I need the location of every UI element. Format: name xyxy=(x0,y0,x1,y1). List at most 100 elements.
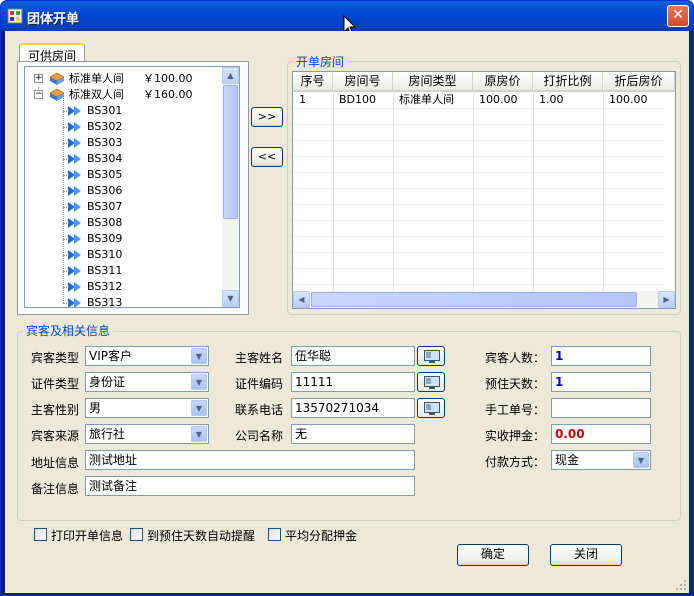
grid-line xyxy=(293,156,663,157)
column-header[interactable]: 房间号 xyxy=(333,72,393,92)
tree-vertical-scrollbar[interactable]: ▲ ▼ xyxy=(222,67,239,307)
auto-remind-checkbox[interactable] xyxy=(130,528,143,541)
room-arrow-icon xyxy=(68,202,81,212)
grid-line xyxy=(293,268,663,269)
table-cell[interactable]: BD100 xyxy=(333,92,393,108)
chevron-down-icon[interactable]: ▼ xyxy=(191,374,207,390)
remark-input[interactable]: 测试备注 xyxy=(85,476,415,496)
room-tree[interactable]: + 标准单人间 ￥100.00 − 标准双人间 ￥160.00 BS301 BS… xyxy=(24,66,240,308)
room-type-label: 标准双人间 xyxy=(69,88,124,101)
tree-node-room-type[interactable]: − 标准双人间 ￥160.00 xyxy=(25,87,221,103)
room-type-label: 标准单人间 xyxy=(69,72,124,85)
tab-available-rooms[interactable]: 可供房间 xyxy=(19,43,86,63)
room-type-icon xyxy=(49,72,65,85)
grid-line xyxy=(393,92,394,292)
scroll-right-icon[interactable]: ▶ xyxy=(658,291,675,308)
id-number-label: 证件编码 xyxy=(235,377,284,391)
room-arrow-icon xyxy=(68,298,81,307)
room-arrow-icon xyxy=(68,138,81,148)
guest-count-input[interactable]: 1 xyxy=(551,346,651,366)
room-arrow-icon xyxy=(68,250,81,260)
stay-days-input[interactable]: 1 xyxy=(551,372,651,392)
column-header[interactable]: 打折比例 xyxy=(533,72,603,92)
chevron-down-icon[interactable]: ▼ xyxy=(191,400,207,416)
close-window-button[interactable]: ✕ xyxy=(667,5,689,27)
scroll-thumb[interactable] xyxy=(223,85,238,219)
ok-button[interactable]: 确定 xyxy=(457,544,529,566)
scroll-down-icon[interactable]: ▼ xyxy=(222,290,239,307)
table-cell[interactable]: 标准单人间 xyxy=(393,92,473,108)
company-label: 公司名称 xyxy=(235,429,284,443)
table-cell[interactable]: 100.00 xyxy=(473,92,533,108)
opened-rooms-grid[interactable]: 序号 房间号 房间类型 原房价 打折比例 折后房价 1 BD100 标准单人间 … xyxy=(292,71,676,309)
opened-rooms-title: 开单房间 xyxy=(293,53,348,70)
id-type-value: 身份证 xyxy=(89,375,126,389)
remove-room-button[interactable]: << xyxy=(251,147,283,167)
column-header[interactable]: 房间类型 xyxy=(393,72,473,92)
company-input[interactable]: 无 xyxy=(291,424,415,444)
table-cell[interactable]: 1.00 xyxy=(533,92,603,108)
room-type-icon xyxy=(49,88,65,101)
chevron-down-icon[interactable]: ▼ xyxy=(633,452,649,468)
room-type-price: ￥100.00 xyxy=(143,72,193,85)
room-label: BS308 xyxy=(87,216,123,229)
grid-line xyxy=(473,92,474,292)
deposit-input[interactable]: 0.00 xyxy=(551,424,651,444)
id-type-label: 证件类型 xyxy=(31,377,80,391)
main-guest-name-input[interactable]: 伍华聪 xyxy=(291,346,415,366)
room-label: BS310 xyxy=(87,248,123,261)
stay-days-label: 预住天数： xyxy=(485,377,546,391)
phone-label: 联系电话 xyxy=(235,403,284,417)
column-header[interactable]: 原房价 xyxy=(473,72,533,92)
grid-horizontal-scrollbar[interactable]: ◀ ▶ xyxy=(293,291,675,308)
scroll-up-icon[interactable]: ▲ xyxy=(222,67,239,84)
guest-type-label: 宾客类型 xyxy=(31,351,80,365)
grid-line xyxy=(293,108,663,109)
split-deposit-checkbox[interactable] xyxy=(268,528,281,541)
room-label: BS311 xyxy=(87,264,123,277)
address-input[interactable]: 测试地址 xyxy=(85,450,415,470)
column-header[interactable]: 序号 xyxy=(293,72,333,92)
pick-phone-button[interactable] xyxy=(417,398,445,418)
guest-info-title: 宾客及相关信息 xyxy=(23,322,114,339)
id-type-select[interactable]: 身份证 ▼ xyxy=(85,372,209,392)
table-cell[interactable]: 100.00 xyxy=(603,92,675,108)
room-type-price: ￥160.00 xyxy=(143,88,193,101)
id-number-input[interactable]: 11111 xyxy=(291,372,415,392)
print-info-label: 打印开单信息 xyxy=(51,529,124,543)
pick-id-button[interactable] xyxy=(417,372,445,392)
source-select[interactable]: 旅行社 ▼ xyxy=(85,424,209,444)
auto-remind-label: 到预住天数自动提醒 xyxy=(147,529,256,543)
scroll-thumb[interactable] xyxy=(311,292,637,307)
phone-input[interactable]: 13570271034 xyxy=(291,398,415,418)
grid-line xyxy=(293,124,663,125)
chevron-down-icon[interactable]: ▼ xyxy=(191,348,207,364)
grid-line xyxy=(293,188,663,189)
room-arrow-icon xyxy=(68,106,81,116)
collapse-icon[interactable]: − xyxy=(34,90,43,99)
guest-type-select[interactable]: VIP客户 ▼ xyxy=(85,346,209,366)
guest-type-value: VIP客户 xyxy=(89,349,132,363)
gender-select[interactable]: 男 ▼ xyxy=(85,398,209,418)
grid-line xyxy=(293,236,663,237)
close-button[interactable]: 关闭 xyxy=(550,544,622,566)
remark-label: 备注信息 xyxy=(31,482,80,496)
room-label: BS303 xyxy=(87,136,123,149)
column-header[interactable]: 折后房价 xyxy=(603,72,675,92)
payment-select[interactable]: 现金 ▼ xyxy=(551,450,651,470)
print-info-checkbox[interactable] xyxy=(34,528,47,541)
chevron-down-icon[interactable]: ▼ xyxy=(191,426,207,442)
room-label: BS301 xyxy=(87,104,123,117)
tree-node-room-type[interactable]: + 标准单人间 ￥100.00 xyxy=(25,71,221,87)
add-room-button[interactable]: >> xyxy=(251,107,283,127)
room-arrow-icon xyxy=(68,170,81,180)
manual-no-input[interactable] xyxy=(551,398,651,418)
grid-line xyxy=(293,204,663,205)
pick-guest-button[interactable] xyxy=(417,346,445,366)
table-cell[interactable]: 1 xyxy=(293,92,333,108)
room-label: BS306 xyxy=(87,184,123,197)
grid-line xyxy=(293,220,663,221)
resize-grip-icon[interactable] xyxy=(675,579,687,591)
expand-icon[interactable]: + xyxy=(34,74,43,83)
scroll-left-icon[interactable]: ◀ xyxy=(293,291,310,308)
